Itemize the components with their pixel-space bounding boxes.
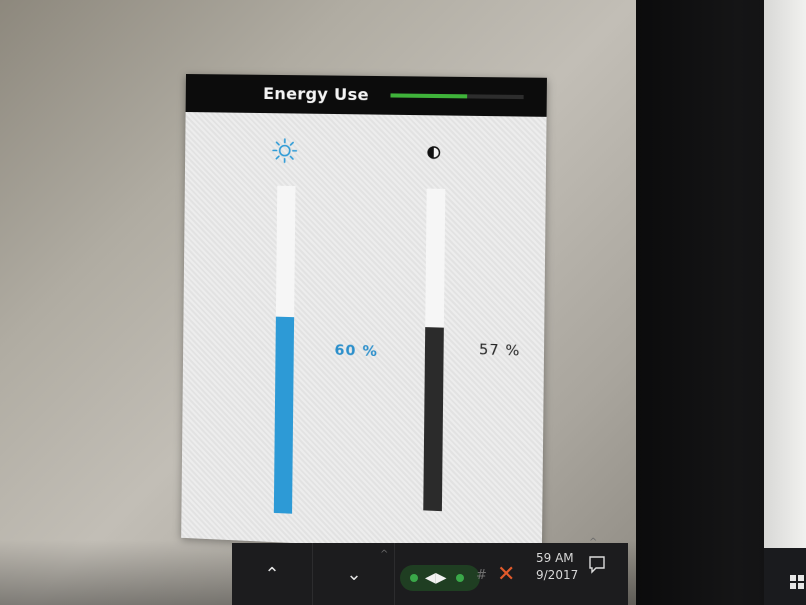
monitor-osd-panel: Energy Use 60 % 57 % bbox=[181, 74, 547, 555]
contrast-icon bbox=[427, 146, 441, 159]
windows-start-icon[interactable] bbox=[790, 575, 804, 589]
brightness-value: 60 % bbox=[334, 343, 378, 361]
brightness-slider[interactable] bbox=[274, 186, 296, 514]
caret-up-icon: ^ bbox=[380, 549, 388, 560]
contrast-slider-fill bbox=[423, 327, 444, 511]
sun-icon bbox=[271, 137, 298, 164]
tray-dot-icon bbox=[456, 574, 464, 582]
second-monitor-screen bbox=[764, 0, 806, 560]
network-icon[interactable]: ◀▶ bbox=[425, 570, 445, 586]
caret-up-icon: ^ bbox=[589, 537, 597, 548]
hash-icon: # bbox=[476, 568, 487, 583]
osd-header: Energy Use bbox=[186, 74, 547, 117]
energy-use-fill bbox=[390, 93, 467, 98]
energy-use-meter bbox=[390, 93, 523, 99]
close-x-icon[interactable]: ✕ bbox=[497, 564, 515, 586]
contrast-value: 57 % bbox=[479, 342, 521, 360]
tray-dot-icon bbox=[410, 574, 418, 582]
osd-body: 60 % 57 % bbox=[181, 112, 546, 555]
brightness-slider-fill bbox=[274, 317, 294, 514]
osd-title: Energy Use bbox=[263, 84, 369, 104]
clock-date[interactable]: 9/2017 bbox=[536, 568, 578, 582]
windows-taskbar: ⌃ ⌄ ^ ◀▶ # ✕ 59 AM 9/2017 ^ bbox=[232, 543, 628, 605]
chevron-up-icon[interactable]: ⌃ bbox=[232, 543, 313, 605]
contrast-slider[interactable] bbox=[423, 189, 445, 512]
notification-icon[interactable] bbox=[588, 555, 606, 575]
clock-time[interactable]: 59 AM bbox=[536, 551, 574, 565]
